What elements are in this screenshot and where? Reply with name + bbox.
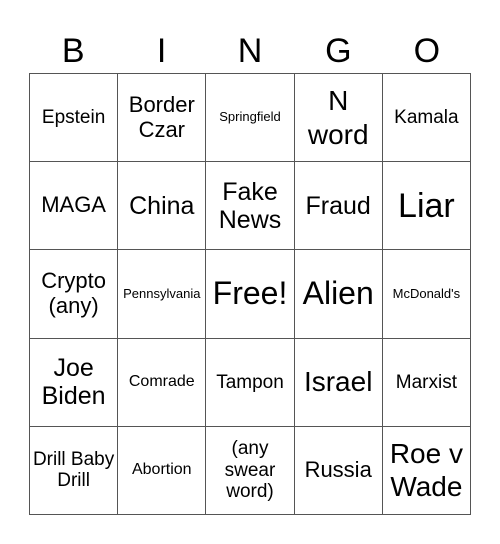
bingo-cell[interactable]: Fake News [206,162,295,251]
bingo-cell[interactable]: Fraud [294,162,383,251]
bingo-cell[interactable]: (any swear word) [206,426,295,515]
bingo-cell[interactable]: China [118,162,207,251]
bingo-cell[interactable]: Joe Biden [30,338,119,427]
bingo-cell[interactable]: Drill Baby Drill [30,426,119,515]
bingo-grid: Epstein Border Czar Springfield N word K… [29,73,471,515]
header-letter-g: G [325,32,352,70]
bingo-cell[interactable]: Pennsylvania [118,250,207,339]
bingo-cell[interactable]: Springfield [206,74,295,163]
header-letter-b: B [61,32,85,70]
bingo-cell[interactable]: Marxist [382,338,471,427]
bingo-cell[interactable]: Alien [294,250,383,339]
bingo-cell[interactable]: Border Czar [118,74,207,163]
header-letter-o: O [413,32,441,70]
bingo-cell[interactable]: Comrade [118,338,207,427]
bingo-cell[interactable]: Kamala [382,74,471,163]
bingo-cell[interactable]: Israel [294,338,383,427]
bingo-cell[interactable]: Liar [382,162,471,251]
bingo-cell[interactable]: Epstein [30,74,119,163]
bingo-cell[interactable]: Crypto (any) [30,250,119,339]
bingo-cell[interactable]: N word [294,74,383,163]
bingo-cell[interactable]: Tampon [206,338,295,427]
bingo-cell[interactable]: Russia [294,426,383,515]
bingo-cell[interactable]: MAGA [30,162,119,251]
bingo-header: B I N G O [29,28,471,74]
header-letter-n: N [237,32,263,70]
bingo-cell[interactable]: Roe v Wade [382,426,471,515]
free-space-cell[interactable]: Free! [206,250,295,339]
bingo-cell[interactable]: Abortion [118,426,207,515]
bingo-cell[interactable]: McDonald's [382,250,471,339]
header-letter-i: I [156,32,167,70]
